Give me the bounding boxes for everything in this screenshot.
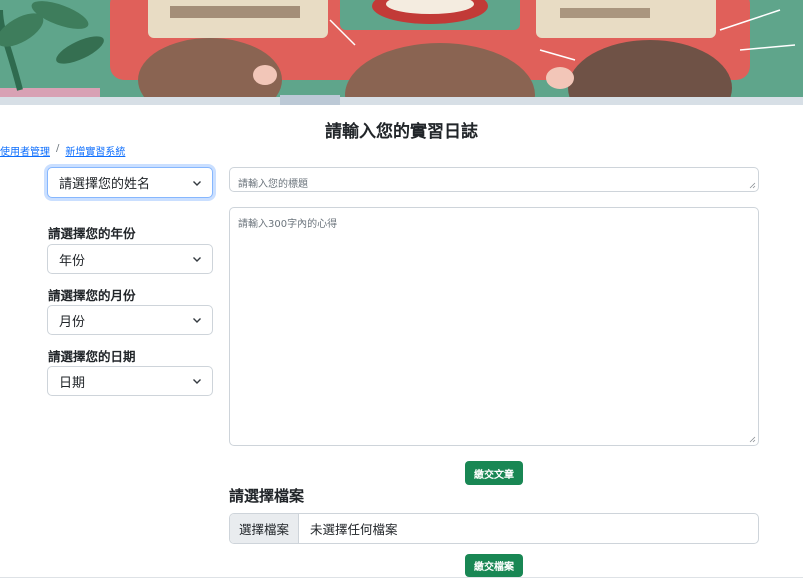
month-select[interactable]: 月份 — [47, 305, 213, 335]
banner-illustration — [0, 0, 803, 105]
chevron-down-icon — [193, 379, 201, 384]
year-select[interactable]: 年份 — [47, 244, 213, 274]
chevron-down-icon — [193, 257, 201, 262]
chevron-down-icon — [193, 318, 201, 323]
no-file-text: 未選擇任何檔案 — [310, 522, 398, 537]
file-section-title: 請選擇檔案 — [229, 487, 305, 505]
content-textarea[interactable]: 請輸入300字內的心得 — [229, 207, 759, 446]
month-label: 請選擇您的月份 — [48, 288, 136, 303]
resize-handle-icon[interactable] — [749, 436, 756, 443]
name-select[interactable]: 請選擇您的姓名 — [47, 167, 213, 198]
month-select-value: 月份 — [59, 314, 86, 330]
chevron-down-icon — [193, 180, 201, 186]
year-select-value: 年份 — [59, 253, 86, 269]
header-banner — [0, 0, 803, 105]
bottom-divider — [0, 577, 803, 578]
choose-file-button[interactable]: 選擇檔案 — [230, 514, 300, 543]
year-label: 請選擇您的年份 — [48, 226, 136, 241]
breadcrumb-link-user-management[interactable]: 使用者管理 — [0, 143, 50, 158]
content-textarea-placeholder: 請輸入300字內的心得 — [238, 219, 338, 230]
name-select-value: 請選擇您的姓名 — [59, 177, 151, 192]
day-label: 請選擇您的日期 — [48, 349, 136, 364]
resize-handle-icon[interactable] — [749, 182, 756, 189]
day-select-value: 日期 — [59, 375, 86, 391]
title-input[interactable]: 請輸入您的標題 — [229, 167, 759, 192]
day-select[interactable]: 日期 — [47, 366, 213, 396]
submit-file-button[interactable]: 繳交檔案 — [465, 554, 523, 577]
file-input[interactable]: 選擇檔案 未選擇任何檔案 — [229, 513, 759, 544]
breadcrumb-separator: / — [56, 143, 60, 154]
title-input-placeholder: 請輸入您的標題 — [238, 179, 308, 190]
breadcrumb: 使用者管理 / 新增實習系統 — [0, 143, 125, 158]
breadcrumb-link-add-system[interactable]: 新增實習系統 — [65, 143, 125, 158]
page-title: 請輸入您的實習日誌 — [325, 122, 478, 142]
submit-article-button[interactable]: 繳交文章 — [465, 461, 523, 485]
